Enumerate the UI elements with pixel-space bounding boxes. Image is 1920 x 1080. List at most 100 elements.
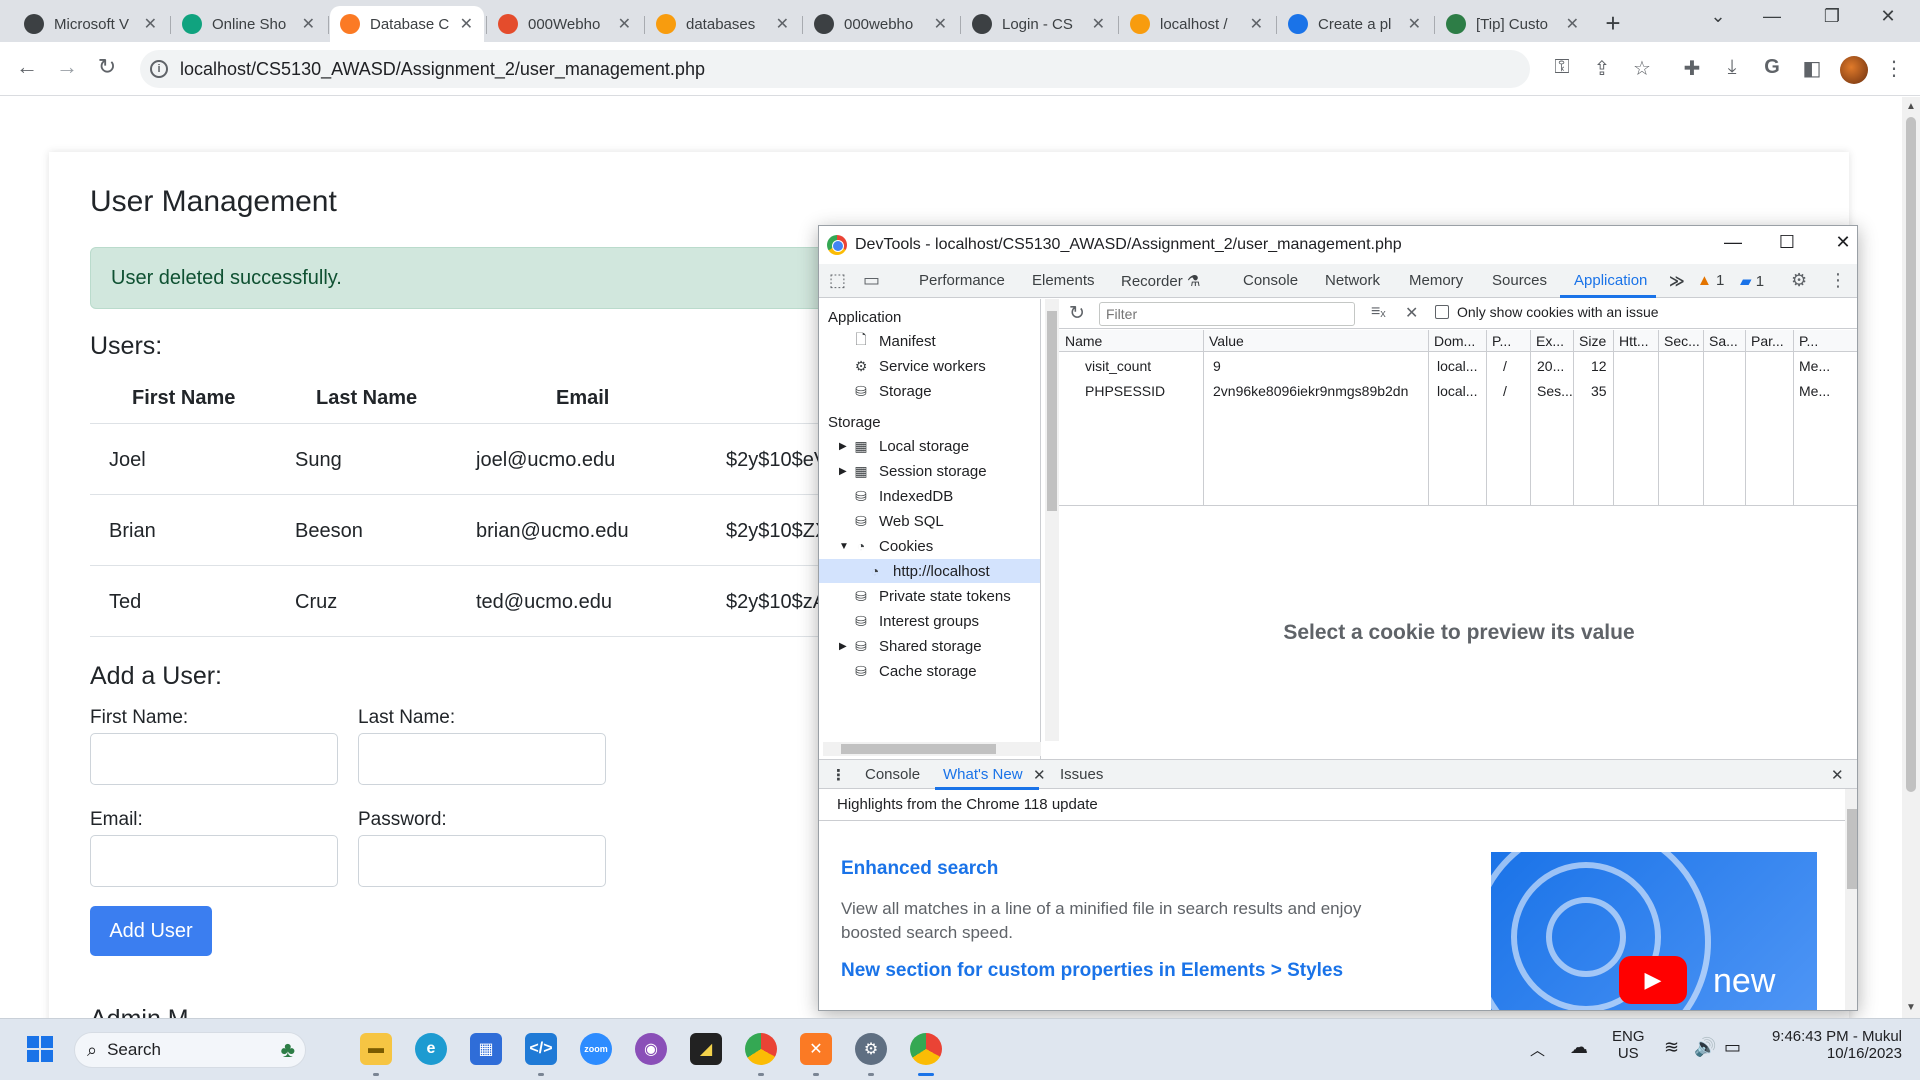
site-info-icon[interactable]: i (150, 60, 168, 78)
column-header-priority[interactable]: P... (1799, 333, 1818, 349)
close-tab-icon[interactable]: ✕ (933, 14, 948, 34)
expand-arrow-icon[interactable]: ▶ (839, 441, 847, 452)
inspect-element-icon[interactable]: ⬚ (829, 270, 846, 291)
only-issues-checkbox[interactable] (1435, 305, 1449, 319)
profile-avatar[interactable] (1840, 56, 1868, 84)
sidebar-horizontal-scrollbar[interactable] (823, 742, 1041, 756)
customize-menu-icon[interactable]: ⋮ (1829, 270, 1847, 291)
github-desktop-icon[interactable]: ◉ (635, 1033, 667, 1065)
chrome-active-icon[interactable] (910, 1033, 942, 1065)
vscode-icon[interactable]: </> (525, 1033, 557, 1065)
tab-network[interactable]: Network (1325, 272, 1380, 289)
sidebar-item-indexeddb[interactable]: ⛁ IndexedDB (819, 484, 1029, 508)
battery-icon[interactable]: ▭ (1724, 1037, 1741, 1058)
sidebar-item-interest-groups[interactable]: ⛁ Interest groups (819, 609, 1029, 633)
whats-new-heading-link[interactable]: New section for custom properties in Ele… (841, 960, 1343, 982)
sticky-notes-icon[interactable]: ◢ (690, 1033, 722, 1065)
forward-icon[interactable]: → (52, 54, 82, 80)
collapse-arrow-icon[interactable]: ▼ (839, 541, 849, 552)
browser-tab[interactable]: localhost / ✕ (1120, 6, 1274, 42)
sidebar-item-storage[interactable]: ⛁ Storage (819, 379, 1029, 403)
drawer-tab-whats-new[interactable]: What's New (943, 766, 1023, 783)
delete-selected-icon[interactable]: ✕ (1405, 303, 1418, 323)
last-name-input[interactable] (358, 733, 606, 785)
address-bar[interactable]: i localhost/CS5130_AWASD/Assignment_2/us… (140, 50, 1530, 88)
sidebar-item-web-sql[interactable]: ⛁ Web SQL (819, 509, 1029, 533)
more-tabs-icon[interactable]: ≫ (1669, 272, 1685, 290)
messages-badge[interactable]: ▰ 1 (1740, 272, 1764, 290)
language-indicator[interactable]: ENG US (1612, 1028, 1645, 1062)
reload-icon[interactable]: ↻ (92, 54, 122, 80)
edge-icon[interactable]: e (415, 1033, 447, 1065)
sidebar-scroll-thumb[interactable] (1047, 311, 1057, 511)
clear-all-cookies-icon[interactable]: ≡ₓ (1371, 303, 1386, 321)
column-header-httponly[interactable]: Htt... (1619, 333, 1649, 349)
browser-tab[interactable]: Login - CS ✕ (962, 6, 1116, 42)
taskbar-search[interactable]: ⌕ Search ♣ (74, 1032, 306, 1068)
scroll-up-icon[interactable]: ▲ (1906, 101, 1916, 112)
sidebar-item-manifest[interactable]: 🗋 Manifest (819, 329, 1029, 353)
close-tab-icon[interactable]: ✕ (301, 14, 316, 34)
close-tab-icon[interactable]: ✕ (1407, 14, 1422, 34)
close-tab-icon[interactable]: ✕ (1249, 14, 1264, 34)
tab-console[interactable]: Console (1243, 272, 1298, 289)
browser-tab[interactable]: Microsoft V ✕ (14, 6, 168, 42)
tab-memory[interactable]: Memory (1409, 272, 1463, 289)
onedrive-icon[interactable]: ☁ (1570, 1037, 1588, 1058)
email-input[interactable] (90, 835, 338, 887)
whats-new-heading-link[interactable]: Enhanced search (841, 858, 998, 880)
sidebar-item-session-storage[interactable]: ▶ ▦ Session storage (819, 459, 1029, 483)
drawer-tab-console[interactable]: Console (865, 766, 920, 783)
tab-elements[interactable]: Elements (1032, 272, 1095, 289)
windows-start-icon[interactable] (24, 1033, 56, 1065)
close-tab-icon[interactable]: ✕ (143, 14, 158, 34)
column-header-name[interactable]: Name (1065, 333, 1102, 349)
grammarly-icon[interactable]: G (1758, 56, 1786, 79)
file-explorer-icon[interactable]: ▬ (360, 1033, 392, 1065)
sidebar-item-cookie-origin[interactable]: ◔ http://localhost (819, 559, 1040, 583)
sidebar-item-local-storage[interactable]: ▶ ▦ Local storage (819, 434, 1029, 458)
close-drawer-icon[interactable]: ✕ (1831, 766, 1844, 784)
side-panel-icon[interactable]: ◧ (1798, 56, 1826, 81)
expand-arrow-icon[interactable]: ▶ (839, 466, 847, 477)
drawer-menu-icon[interactable]: ⋮ (831, 766, 846, 784)
zoom-icon[interactable]: zoom (580, 1033, 612, 1065)
bookmark-star-icon[interactable]: ☆ (1628, 56, 1656, 81)
volume-icon[interactable]: 🔊 (1694, 1037, 1716, 1058)
password-input[interactable] (358, 835, 606, 887)
close-window-icon[interactable]: ✕ (1868, 6, 1908, 27)
browser-tab[interactable]: 000Webho ✕ (488, 6, 642, 42)
first-name-input[interactable] (90, 733, 338, 785)
tab-application[interactable]: Application (1574, 272, 1647, 289)
devtools-close-icon[interactable]: ✕ (1823, 232, 1857, 253)
minimize-icon[interactable]: — (1752, 6, 1792, 27)
add-user-button[interactable]: Add User (90, 906, 212, 956)
password-key-icon[interactable]: ⚿ (1548, 56, 1576, 79)
column-header-partition[interactable]: Par... (1751, 333, 1784, 349)
close-tab-icon[interactable]: ✕ (1565, 14, 1580, 34)
store-icon[interactable]: ▦ (470, 1033, 502, 1065)
browser-tab[interactable]: Database C ✕ (330, 6, 484, 42)
column-header-size[interactable]: Size (1579, 333, 1606, 349)
settings-icon[interactable]: ⚙ (855, 1033, 887, 1065)
column-header-expires[interactable]: Ex... (1536, 333, 1564, 349)
drawer-scroll-thumb[interactable] (1847, 809, 1857, 889)
column-header-domain[interactable]: Dom... (1434, 333, 1475, 349)
browser-tab[interactable]: Create a pl ✕ (1278, 6, 1432, 42)
page-scrollbar[interactable]: ▲ ▼ (1902, 97, 1920, 1018)
cookie-filter-input[interactable] (1099, 302, 1355, 326)
show-hidden-icons-chevron[interactable]: ︿ (1530, 1039, 1545, 1060)
device-toolbar-icon[interactable]: ▭ (863, 270, 880, 291)
close-tab-icon[interactable]: ✕ (459, 14, 474, 34)
sidebar-hscroll-thumb[interactable] (841, 744, 996, 754)
expand-arrow-icon[interactable]: ▶ (839, 641, 847, 652)
close-tab-icon[interactable]: ✕ (617, 14, 632, 34)
devtools-maximize-icon[interactable]: ☐ (1767, 232, 1807, 253)
close-whats-new-icon[interactable]: ✕ (1033, 766, 1046, 784)
column-header-value[interactable]: Value (1209, 333, 1244, 349)
whats-new-video-thumbnail[interactable]: ▶ new (1491, 852, 1817, 1010)
drawer-tab-issues[interactable]: Issues (1060, 766, 1103, 783)
share-icon[interactable]: ⇪ (1588, 56, 1616, 81)
restore-icon[interactable]: ❐ (1812, 6, 1852, 27)
browser-tab[interactable]: 000webho ✕ (804, 6, 958, 42)
